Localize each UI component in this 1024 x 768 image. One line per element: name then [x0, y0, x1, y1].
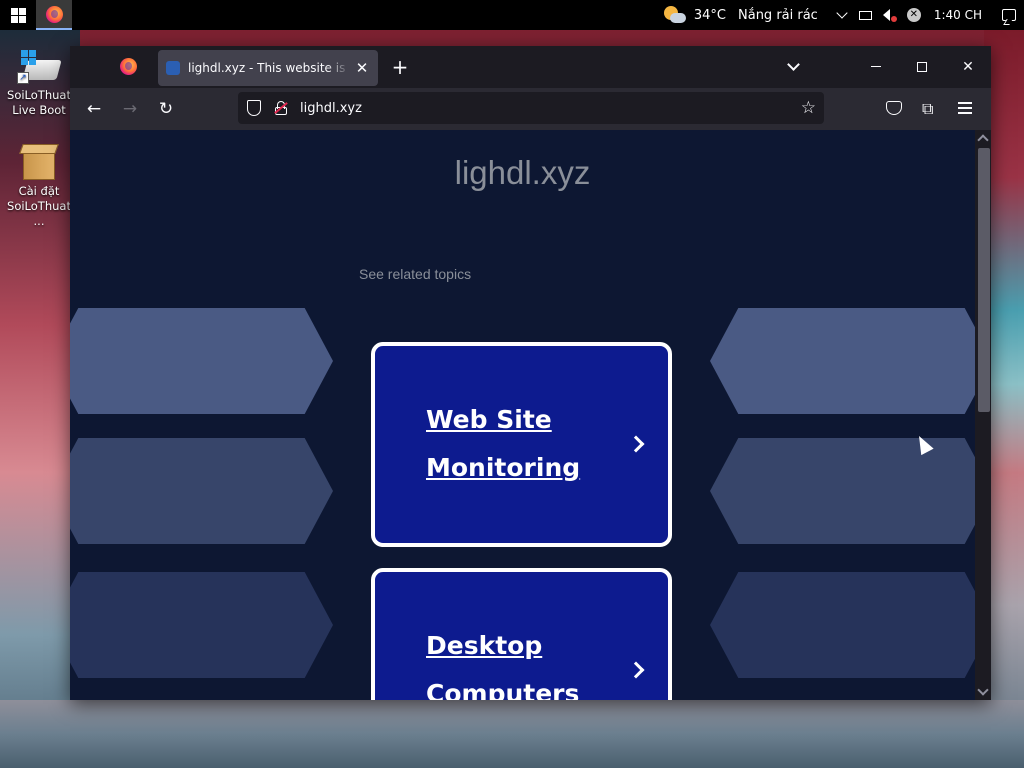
list-all-tabs-button[interactable] [782, 58, 804, 78]
desktop-icon-label-line2: Live Boot [12, 103, 66, 117]
desktop-icon-label-line2: SoiLoThuat ... [7, 199, 71, 228]
volume-muted-icon[interactable] [878, 0, 902, 30]
taskbar: 34°C Nắng rải rác ✕ 1:40 CH [0, 0, 1024, 30]
back-arrow-icon: ← [86, 99, 102, 119]
maximize-icon [917, 62, 927, 72]
bg-hexagon [710, 308, 975, 414]
tab-bar: lighdl.xyz - This website is for sale! ✕… [70, 46, 991, 88]
reload-icon: ↻ [158, 99, 174, 119]
minimize-icon [871, 66, 881, 67]
desktop-icon-cai-dat-soilothuat[interactable]: Cài đặt SoiLoThuat ... [1, 140, 77, 229]
topic-card-link[interactable]: Desktop Computers [371, 568, 672, 700]
shield-icon[interactable] [247, 100, 261, 116]
new-tab-button[interactable]: + [388, 56, 412, 80]
maximize-button[interactable] [907, 56, 937, 78]
desktop-icon-label-line1: SoiLoThuat [7, 88, 71, 102]
weather-description[interactable]: Nắng rải rác [738, 8, 818, 23]
bg-hexagon [70, 438, 333, 544]
weather-icon[interactable] [663, 5, 686, 25]
star-icon[interactable]: ☆ [801, 98, 816, 118]
url-text[interactable]: lighdl.xyz [300, 101, 801, 116]
topic-card-text[interactable]: Web Site Monitoring [426, 396, 616, 492]
taskbar-firefox-button[interactable] [36, 0, 72, 30]
minimize-button[interactable] [861, 56, 891, 78]
clock[interactable]: 1:40 CH [934, 8, 982, 22]
firefox-icon [45, 5, 63, 23]
package-box-icon [19, 140, 59, 182]
scroll-down-icon[interactable] [977, 684, 989, 696]
site-favicon-icon [166, 61, 180, 75]
firefox-view-icon[interactable] [120, 58, 137, 75]
desktop-icon-label-line1: Cài đặt [18, 184, 60, 198]
topic-card-line: Computers [426, 679, 580, 700]
extensions-icon[interactable]: ⧉ [922, 99, 933, 119]
bg-hexagon [710, 572, 975, 678]
weather-temp[interactable]: 34°C [694, 8, 726, 23]
topic-card-line: Web Site [426, 405, 552, 434]
page-content: lighdl.xyz See related topics Web Site M… [70, 130, 975, 700]
network-icon[interactable] [854, 0, 878, 30]
tab-close-icon[interactable]: ✕ [354, 59, 370, 77]
back-button[interactable]: ← [82, 98, 106, 122]
windows-logo-icon [10, 7, 26, 23]
bg-hexagon [710, 438, 975, 544]
close-icon: ✕ [962, 59, 974, 75]
desktop-wallpaper-bottom [0, 700, 1024, 768]
chevron-right-icon [627, 435, 645, 453]
topic-card-text[interactable]: Desktop Computers [426, 622, 616, 700]
start-button[interactable] [0, 0, 36, 30]
tab-title: lighdl.xyz - This website is for sale! [188, 61, 350, 75]
system-tray: 34°C Nắng rải rác ✕ 1:40 CH [663, 0, 1024, 30]
tab-active[interactable]: lighdl.xyz - This website is for sale! ✕ [158, 50, 378, 86]
navigation-toolbar: ← → ↻ lighdl.xyz ☆ ⧉ [70, 88, 991, 130]
vertical-scrollbar[interactable] [975, 130, 991, 700]
forward-button[interactable]: → [118, 98, 142, 122]
page-title: lighdl.xyz [454, 154, 591, 191]
forward-arrow-icon: → [122, 99, 138, 119]
usb-drive-icon: ↗ [17, 48, 62, 86]
firefox-window: lighdl.xyz - This website is for sale! ✕… [70, 46, 991, 700]
pocket-icon[interactable] [886, 101, 902, 115]
bg-hexagon [70, 572, 333, 678]
close-window-button[interactable]: ✕ [953, 56, 983, 78]
topic-card-link[interactable]: Web Site Monitoring [371, 342, 672, 547]
chevron-right-icon [627, 661, 645, 679]
url-bar[interactable]: lighdl.xyz ☆ [238, 92, 824, 124]
desktop-icon-soilothuat-live-boot[interactable]: ↗ SoiLoThuat Live Boot [1, 48, 77, 118]
chevron-up-icon[interactable] [830, 0, 854, 30]
scroll-up-icon[interactable] [977, 134, 989, 146]
bg-hexagon [70, 308, 333, 414]
menu-icon[interactable] [958, 102, 972, 117]
topic-card-line: Monitoring [426, 453, 581, 482]
notification-icon[interactable] [994, 9, 1024, 21]
chevron-down-icon [786, 58, 800, 71]
topic-card-line: Desktop [426, 631, 543, 660]
reload-button[interactable]: ↻ [154, 98, 178, 122]
related-topics-label: See related topics [359, 266, 472, 282]
lock-icon[interactable] [274, 101, 288, 115]
close-circle-icon[interactable]: ✕ [902, 0, 926, 30]
scrollbar-thumb[interactable] [978, 148, 990, 412]
